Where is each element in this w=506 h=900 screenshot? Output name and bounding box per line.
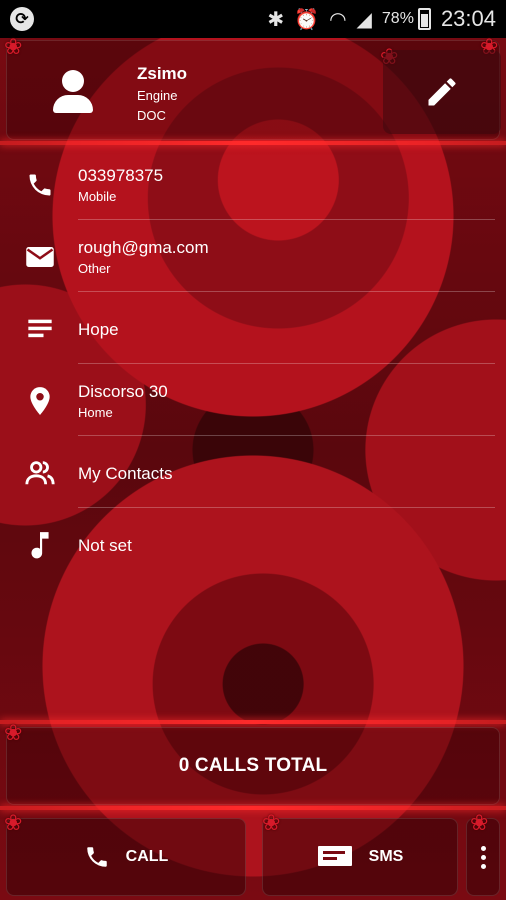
pencil-icon <box>428 78 456 106</box>
avatar-icon <box>50 70 96 116</box>
contact-company: Engine <box>137 88 178 103</box>
rose-decoration-icon: ❀ <box>4 810 23 835</box>
notes-icon <box>24 314 56 344</box>
ringtone-value: Not set <box>78 536 132 555</box>
call-button-label: CALL <box>125 848 169 865</box>
alarm-icon: ⏰ <box>294 8 320 31</box>
notes-text: Hope <box>78 320 119 339</box>
ringtone-row[interactable]: Not set <box>0 508 506 580</box>
battery-percent: 78% <box>381 10 414 27</box>
calls-total-label: 0 CALLS TOTAL <box>178 755 328 776</box>
bluetooth-icon: ✱ <box>267 8 285 31</box>
message-icon <box>317 846 352 866</box>
notes-row[interactable]: Hope <box>0 292 506 364</box>
phone-row[interactable]: 033978375 Mobile <box>0 148 506 220</box>
music-note-icon <box>24 530 56 560</box>
signal-icon: ◢ <box>356 8 372 31</box>
rose-decoration-icon: ❀ <box>4 720 23 745</box>
address-type: Home <box>78 405 113 420</box>
rose-decoration-icon: ❀ <box>4 34 23 59</box>
header-glow-divider <box>0 141 506 145</box>
calls-total-card[interactable]: 0 CALLS TOTAL <box>6 727 500 805</box>
more-options-icon <box>480 845 486 851</box>
email-type: Other <box>78 261 111 276</box>
phone-icon <box>24 170 56 200</box>
email-address: rough@gma.com <box>78 238 209 257</box>
battery-icon <box>417 8 431 30</box>
wifi-icon: ◠ <box>329 8 347 31</box>
contact-title: DOC <box>137 108 166 123</box>
edit-contact-button[interactable] <box>383 50 501 134</box>
location-icon <box>24 386 56 416</box>
clock: 23:04 <box>440 6 496 31</box>
group-row[interactable]: My Contacts <box>0 436 506 508</box>
group-name: My Contacts <box>78 464 173 483</box>
battery-indicator: 78% <box>382 8 431 30</box>
rose-decoration-icon: ❀ <box>262 810 281 835</box>
phone-type: Mobile <box>78 189 117 204</box>
address-text: Discorso 30 <box>78 382 168 401</box>
group-icon <box>24 458 56 488</box>
phone-number: 033978375 <box>78 166 164 185</box>
phone-icon <box>86 847 107 867</box>
call-button[interactable]: CALL <box>6 818 246 896</box>
rose-decoration-icon: ❀ <box>470 810 489 835</box>
status-bar: ⟳ ✱ ⏰ ◠ ◢ 78% 23:04 <box>0 0 506 38</box>
contact-name: Zsimo <box>137 64 188 83</box>
total-glow-divider <box>0 720 506 724</box>
sync-icon: ⟳ <box>10 7 34 31</box>
bottom-glow-divider <box>0 806 506 810</box>
sms-button-label: SMS <box>368 848 404 865</box>
email-icon <box>24 242 56 272</box>
email-row[interactable]: rough@gma.com Other <box>0 220 506 292</box>
address-row[interactable]: Discorso 30 Home <box>0 364 506 436</box>
sms-button[interactable]: SMS <box>262 818 458 896</box>
